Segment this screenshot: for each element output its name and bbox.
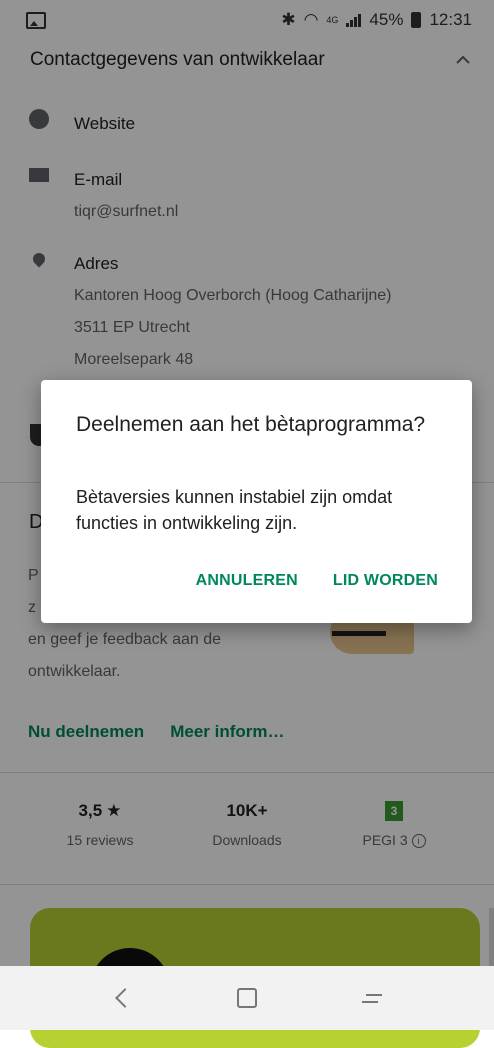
dialog-title: Deelnemen aan het bètaprogramma? [76, 413, 426, 436]
join-button[interactable]: LID WORDEN [333, 572, 438, 590]
home-button[interactable] [227, 978, 267, 1018]
back-icon [115, 988, 136, 1008]
home-icon [236, 988, 257, 1008]
system-nav-bar [0, 966, 494, 1030]
play-store-app-page: ✱ ◠ 4G 45% 12:31 Contactgegevens van ont… [0, 0, 494, 1048]
beta-join-dialog: Deelnemen aan het bètaprogramma? Bètaver… [41, 380, 472, 623]
cancel-button[interactable]: ANNULEREN [196, 572, 298, 590]
recents-button[interactable] [352, 978, 392, 1018]
back-button[interactable] [102, 978, 142, 1018]
dialog-actions: ANNULEREN LID WORDEN [196, 572, 438, 590]
recents-icon [361, 991, 382, 1005]
dialog-message: Bètaversies kunnen instabiel zijn omdat … [76, 487, 393, 533]
